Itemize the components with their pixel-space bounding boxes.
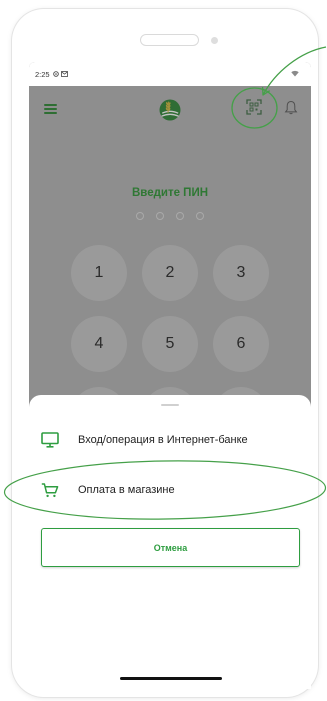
sheet-option-label: Оплата в магазине <box>78 484 175 496</box>
phone-screen: 2:25 Введите ПИН 1 2 3 4 5 6 Вход/операц… <box>29 62 311 689</box>
bottom-sheet: Вход/операция в Интернет-банке Оплата в … <box>29 395 311 689</box>
monitor-icon <box>41 432 59 448</box>
sheet-option-label: Вход/операция в Интернет-банке <box>78 434 248 446</box>
phone-camera <box>211 37 218 44</box>
cart-icon <box>41 483 59 498</box>
phone-speaker <box>140 34 199 46</box>
status-time: 2:25 <box>35 70 50 79</box>
cancel-button[interactable]: Отмена <box>41 528 300 567</box>
settings-icon <box>53 71 59 77</box>
mail-icon <box>61 71 68 77</box>
modal-backdrop[interactable] <box>29 86 311 395</box>
status-bar: 2:25 <box>29 62 311 86</box>
sheet-option-shop-payment[interactable]: Оплата в магазине <box>29 473 311 507</box>
sheet-drag-handle[interactable] <box>161 404 179 406</box>
wifi-icon <box>291 70 299 77</box>
sheet-option-internet-bank[interactable]: Вход/операция в Интернет-банке <box>29 423 311 457</box>
home-indicator[interactable] <box>120 677 222 680</box>
